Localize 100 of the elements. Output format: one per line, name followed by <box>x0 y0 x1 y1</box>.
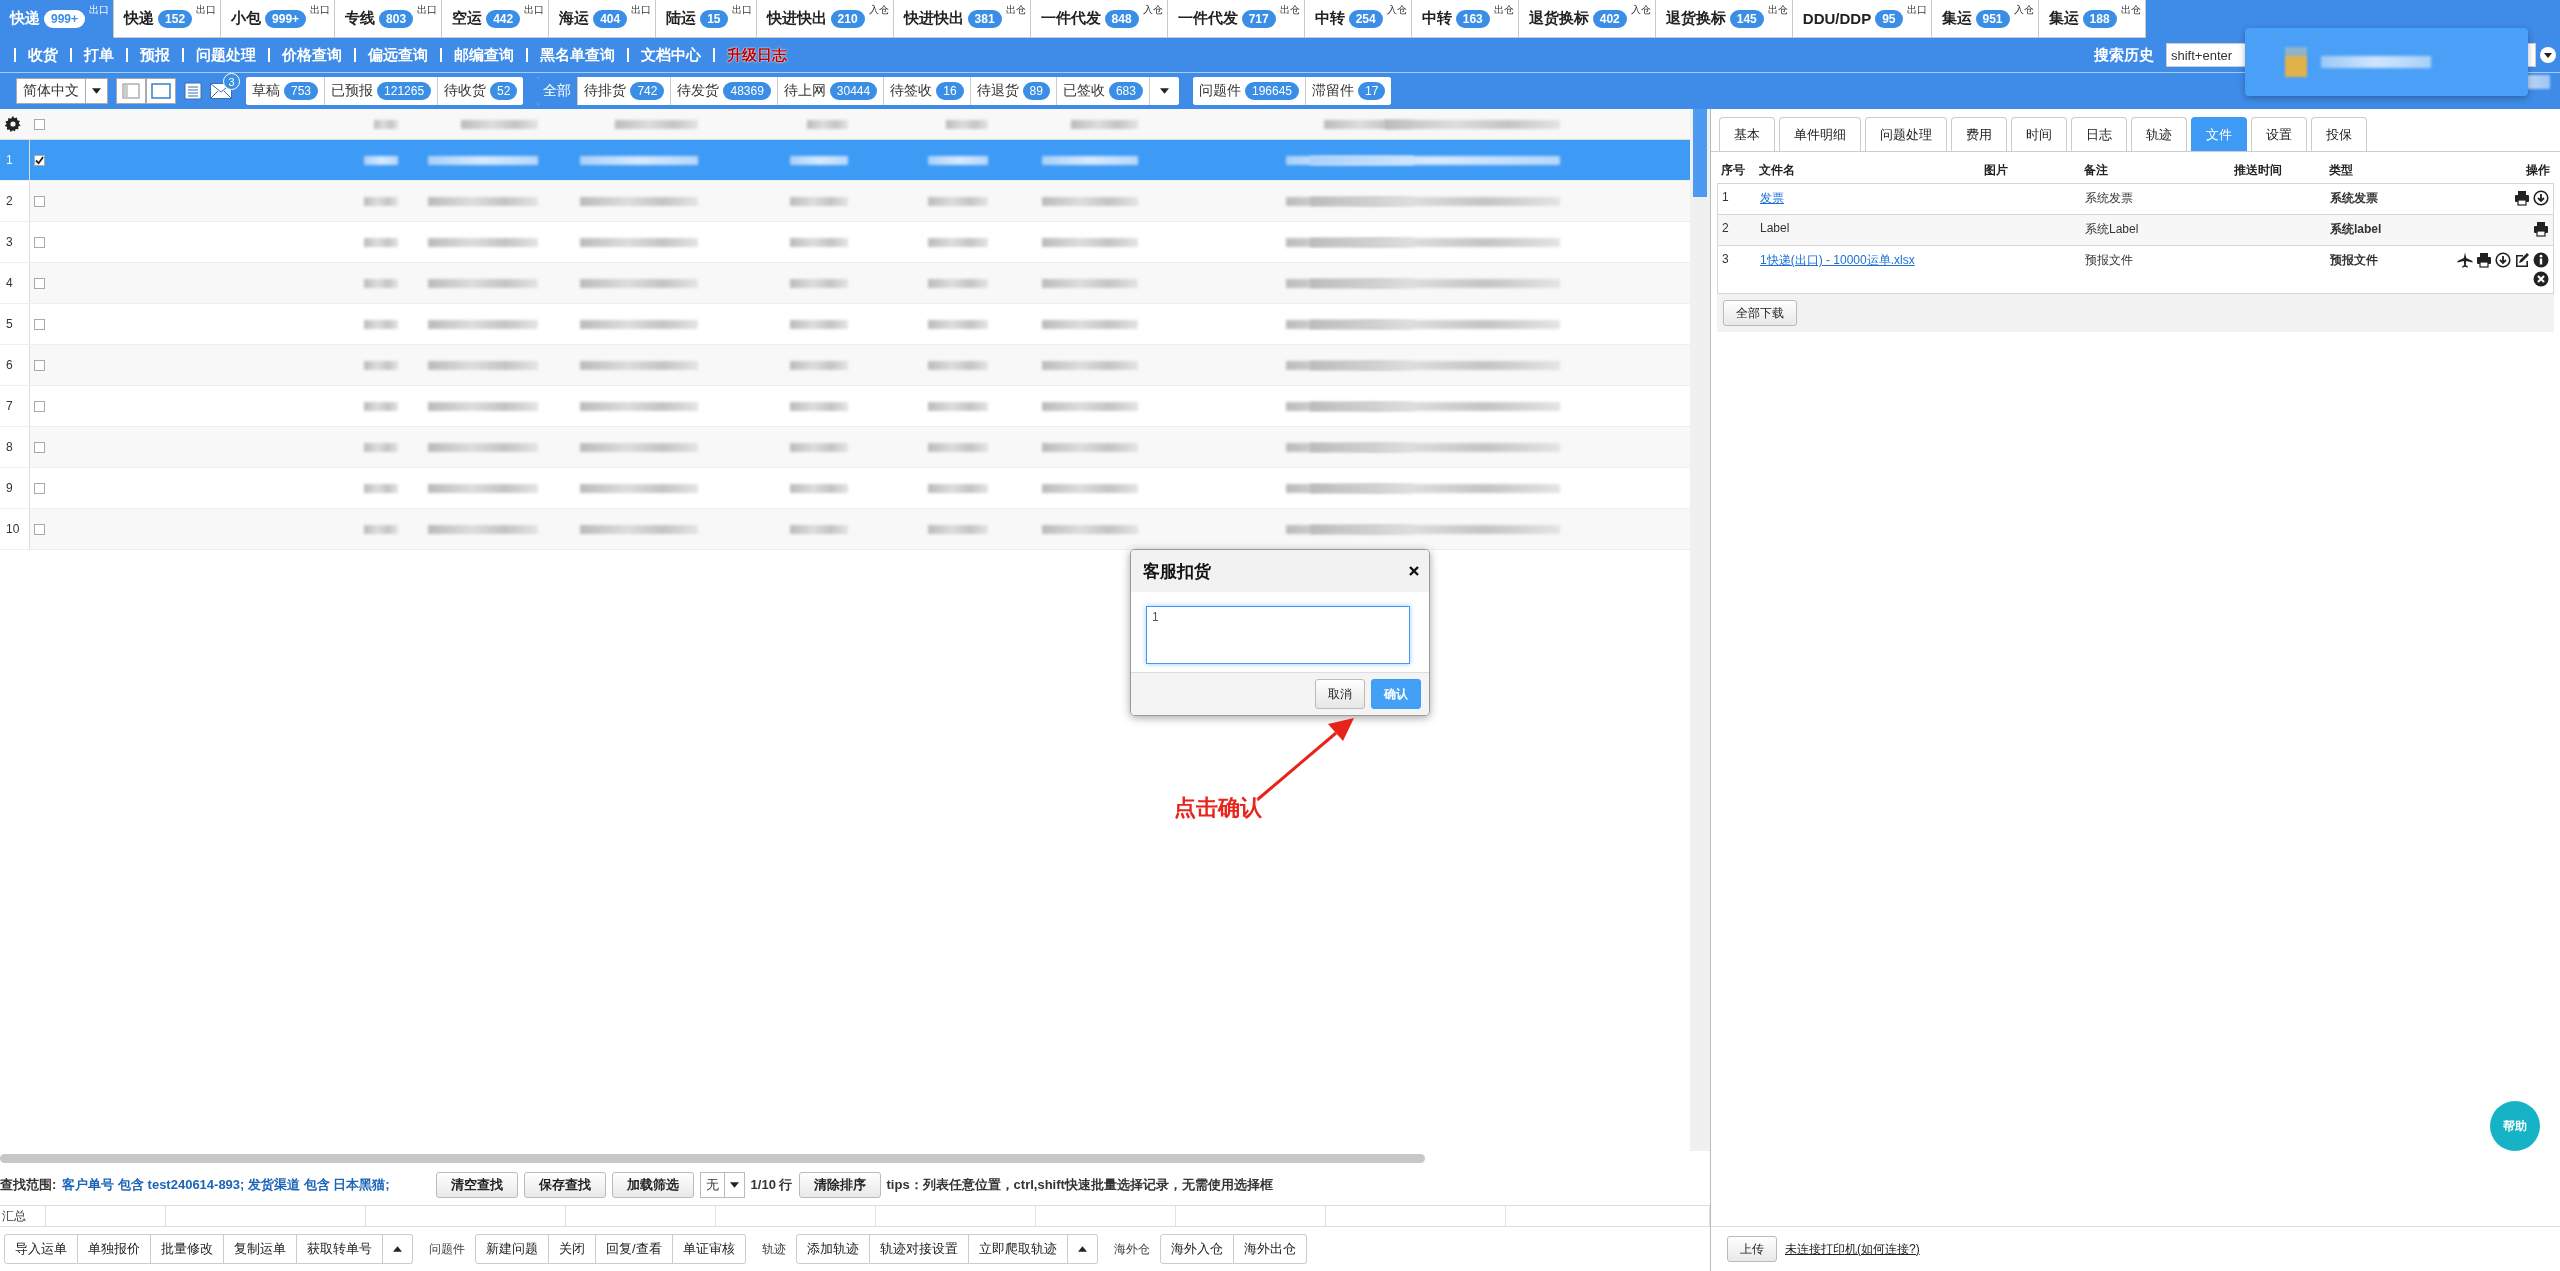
search-action-button[interactable]: 保存查找 <box>523 1172 606 1198</box>
download-all-button[interactable]: 全部下载 <box>1723 300 1797 326</box>
direction-label: 入仓 <box>1386 3 1407 17</box>
count-badge: 951 <box>1975 9 2010 28</box>
direction-label: 出口 <box>524 3 545 17</box>
detail-tab[interactable]: 单件明细 <box>1779 117 1861 151</box>
detail-tab[interactable]: 轨迹 <box>2131 117 2187 151</box>
category-tab[interactable]: 集运 188 出仓 <box>2038 0 2146 38</box>
status-filter[interactable]: 滞留件 17 <box>1305 77 1392 105</box>
count-badge: 742 <box>630 82 665 100</box>
direction-label: 出仓 <box>1279 3 1300 17</box>
count-badge: 683 <box>1108 82 1143 100</box>
table-row[interactable]: 4 <box>0 263 1690 304</box>
direction-label: 入仓 <box>1142 3 1163 17</box>
direction-label: 出口 <box>89 3 110 17</box>
column-header: 备注 <box>2084 162 2109 179</box>
table-cell-text: 系统label <box>2330 221 2383 238</box>
action-button[interactable]: 回复/查看 <box>596 1234 673 1264</box>
category-tab[interactable]: 集运 951 入仓 <box>1931 0 2039 38</box>
action-button[interactable]: 海外入仓 <box>1159 1234 1234 1264</box>
action-button[interactable]: 关闭 <box>549 1234 596 1264</box>
detail-tab[interactable]: 日志 <box>2071 117 2127 151</box>
count-badge: 163 <box>1455 9 1490 28</box>
direction-label: 出口 <box>310 3 331 17</box>
column-header: 序号 <box>1721 162 1746 179</box>
category-tab[interactable]: 专线 803 出口 <box>335 0 443 38</box>
detail-tab[interactable]: 基本 <box>1719 117 1775 151</box>
category-tab[interactable]: 退货换标 402 入仓 <box>1518 0 1656 38</box>
group-label: 海外仓 <box>1113 1240 1150 1258</box>
column-header: 图片 <box>1984 162 2009 179</box>
file-link[interactable]: 发票 <box>1760 190 1985 207</box>
count-badge: 402 <box>1592 9 1627 28</box>
row-number: 6 <box>0 345 30 385</box>
count-badge: 717 <box>1241 9 1276 28</box>
category-tab[interactable]: 快进快出 381 出仓 <box>893 0 1031 38</box>
action-button[interactable]: 单证审核 <box>672 1234 746 1264</box>
category-tab[interactable]: 中转 163 出仓 <box>1411 0 1519 38</box>
count-badge: 442 <box>486 9 521 28</box>
status-filter[interactable]: 待收货 52 <box>437 77 524 105</box>
table-row[interactable]: 8 <box>0 427 1690 468</box>
category-tab[interactable]: 中转 254 入仓 <box>1304 0 1412 38</box>
column-header: 文件名 <box>1759 162 1796 179</box>
language-select[interactable]: 简体中文 <box>16 78 108 104</box>
count-badge: 145 <box>1729 9 1764 28</box>
dialog-title: 客服扣货 <box>1143 560 1211 583</box>
direction-label: 出仓 <box>1005 3 1026 17</box>
clear-sort-button[interactable]: 清除排序 <box>798 1172 881 1198</box>
category-tab[interactable]: 快进快出 210 入仓 <box>756 0 894 38</box>
direction-label: 出口 <box>196 3 217 17</box>
detail-tab[interactable]: 问题处理 <box>1865 117 1947 151</box>
direction-label: 出仓 <box>1767 3 1788 17</box>
filter-select[interactable]: 无 <box>699 1172 745 1198</box>
count-badge: 30444 <box>829 82 878 100</box>
group-label: 问题件 <box>429 1240 465 1258</box>
direction-label: 出仓 <box>2120 3 2141 17</box>
table-cell-text: 系统发票 <box>2330 190 2379 207</box>
tips-text: tips：列表任意位置，ctrl,shift快速批量选择记录，无需使用选择框 <box>886 1176 1273 1194</box>
count-badge: 999+ <box>265 9 307 28</box>
category-tab[interactable]: DDU/DDP 95 出口 <box>1792 0 1932 38</box>
count-badge: 95 <box>1875 9 1903 28</box>
table-row[interactable]: 10 <box>0 509 1690 550</box>
action-button[interactable]: 轨迹对接设置 <box>869 1234 969 1264</box>
category-tab[interactable]: 海运 404 出口 <box>549 0 657 38</box>
action-button[interactable]: 添加轨迹 <box>795 1234 870 1264</box>
category-tab[interactable]: 空运 442 出口 <box>442 0 550 38</box>
category-tab[interactable]: 快递 152 出口 <box>114 0 222 38</box>
annotation-text: 点击确认 <box>1174 794 1262 822</box>
action-button[interactable]: 海外出仓 <box>1233 1234 1307 1264</box>
detail-tab[interactable]: 投保 <box>2311 117 2367 151</box>
action-button[interactable]: 单独报价 <box>78 1234 151 1264</box>
upload-button[interactable]: 上传 <box>1727 1236 1777 1262</box>
file-link[interactable]: 1快递(出口) - 10000运单.xlsx <box>1760 252 1985 269</box>
count-badge: 15 <box>700 9 728 28</box>
detail-tab[interactable]: 费用 <box>1951 117 2007 151</box>
search-action-button[interactable]: 加载筛选 <box>611 1172 694 1198</box>
category-tab[interactable]: 一件代发 717 出仓 <box>1167 0 1305 38</box>
category-tab[interactable]: 退货换标 145 出仓 <box>1655 0 1793 38</box>
action-button[interactable]: 立即爬取轨迹 <box>968 1234 1068 1264</box>
search-criteria: 客户单号 包含 test240614-893; 发货渠道 包含 日本黑猫; <box>62 1176 390 1194</box>
table-row[interactable]: 6 <box>0 345 1690 386</box>
action-button[interactable]: 批量修改 <box>151 1234 224 1264</box>
action-button[interactable]: 导入运单 <box>4 1234 78 1264</box>
table-row[interactable]: 2 <box>0 181 1690 222</box>
cancel-button[interactable]: 取消 <box>1315 679 1365 709</box>
action-button[interactable]: 复制运单 <box>224 1234 297 1264</box>
category-tab[interactable]: 小包 999+ 出口 <box>221 0 336 38</box>
direction-label: 出口 <box>631 3 652 17</box>
action-button[interactable]: 获取转单号 <box>297 1234 383 1264</box>
search-scope-label: 查找范围: <box>0 1176 57 1194</box>
summary-label: 汇总 <box>0 1206 46 1226</box>
category-tab[interactable]: 陆运 15 出口 <box>656 0 757 38</box>
row-number: 10 <box>0 509 30 549</box>
printer-link[interactable]: 未连接打印机(如何连接?) <box>1785 1240 1920 1258</box>
category-tab[interactable]: 一件代发 848 入仓 <box>1030 0 1168 38</box>
detail-tab[interactable]: 设置 <box>2251 117 2307 151</box>
detail-tab[interactable]: 时间 <box>2011 117 2067 151</box>
reason-field[interactable]: 1 <box>1146 606 1410 664</box>
action-button[interactable]: 新建问题 <box>475 1234 549 1264</box>
row-number: 2 <box>0 181 30 221</box>
search-action-button[interactable]: 清空查找 <box>435 1172 518 1198</box>
